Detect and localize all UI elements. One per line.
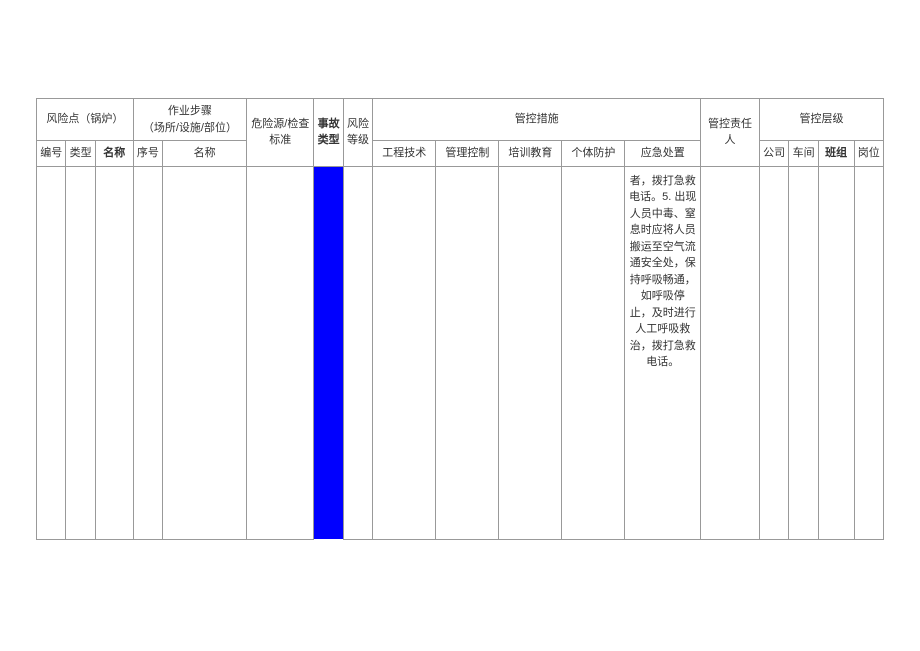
hdr-accident-type: 事故类型	[314, 99, 343, 167]
hdr-m3: 培训教育	[499, 141, 562, 167]
hdr-l4: 岗位	[854, 141, 883, 167]
cell-l1	[759, 166, 788, 539]
cell-no	[37, 166, 66, 539]
cell-type	[66, 166, 95, 539]
cell-risk-level	[343, 166, 372, 539]
hdr-seq: 序号	[133, 141, 162, 167]
risk-table: 风险点（锅炉） 作业步骤 （场所/设施/部位） 危险源/检查标准 事故类型 风险…	[36, 98, 884, 540]
hdr-m2: 管理控制	[436, 141, 499, 167]
hdr-m1: 工程技术	[373, 141, 436, 167]
table-body: 者，拨打急救电话。5. 出现人员中毒、窒息时应将人员搬运至空气流通安全处，保持呼…	[37, 166, 884, 539]
cell-m3	[499, 166, 562, 539]
hdr-name: 名称	[95, 141, 133, 167]
hdr-l1: 公司	[759, 141, 788, 167]
cell-l4	[854, 166, 883, 539]
hdr-type: 类型	[66, 141, 95, 167]
cell-seq	[133, 166, 162, 539]
cell-m2	[436, 166, 499, 539]
cell-m4	[562, 166, 625, 539]
cell-l3	[818, 166, 854, 539]
cell-m5: 者，拨打急救电话。5. 出现人员中毒、窒息时应将人员搬运至空气流通安全处，保持呼…	[625, 166, 701, 539]
hdr-hazard: 危险源/检查标准	[247, 99, 314, 167]
hdr-l3: 班组	[818, 141, 854, 167]
hdr-step-name: 名称	[163, 141, 247, 167]
cell-m1	[373, 166, 436, 539]
hdr-work-step: 作业步骤 （场所/设施/部位）	[133, 99, 246, 141]
table-header: 风险点（锅炉） 作业步骤 （场所/设施/部位） 危险源/检查标准 事故类型 风险…	[37, 99, 884, 167]
hdr-m4: 个体防护	[562, 141, 625, 167]
document-page: 风险点（锅炉） 作业步骤 （场所/设施/部位） 危险源/检查标准 事故类型 风险…	[0, 0, 920, 651]
table-row: 者，拨打急救电话。5. 出现人员中毒、窒息时应将人员搬运至空气流通安全处，保持呼…	[37, 166, 884, 539]
cell-l2	[789, 166, 818, 539]
hdr-risk-level: 风险等级	[343, 99, 372, 167]
cell-hazard	[247, 166, 314, 539]
cell-responsible	[701, 166, 760, 539]
hdr-l2: 车间	[789, 141, 818, 167]
hdr-control-level: 管控层级	[759, 99, 883, 141]
cell-step-name	[163, 166, 247, 539]
hdr-no: 编号	[37, 141, 66, 167]
cell-name	[95, 166, 133, 539]
hdr-measures: 管控措施	[373, 99, 701, 141]
cell-accident-type	[314, 166, 343, 539]
hdr-responsible: 管控责任人	[701, 99, 760, 167]
hdr-risk-point: 风险点（锅炉）	[37, 99, 134, 141]
hdr-m5: 应急处置	[625, 141, 701, 167]
